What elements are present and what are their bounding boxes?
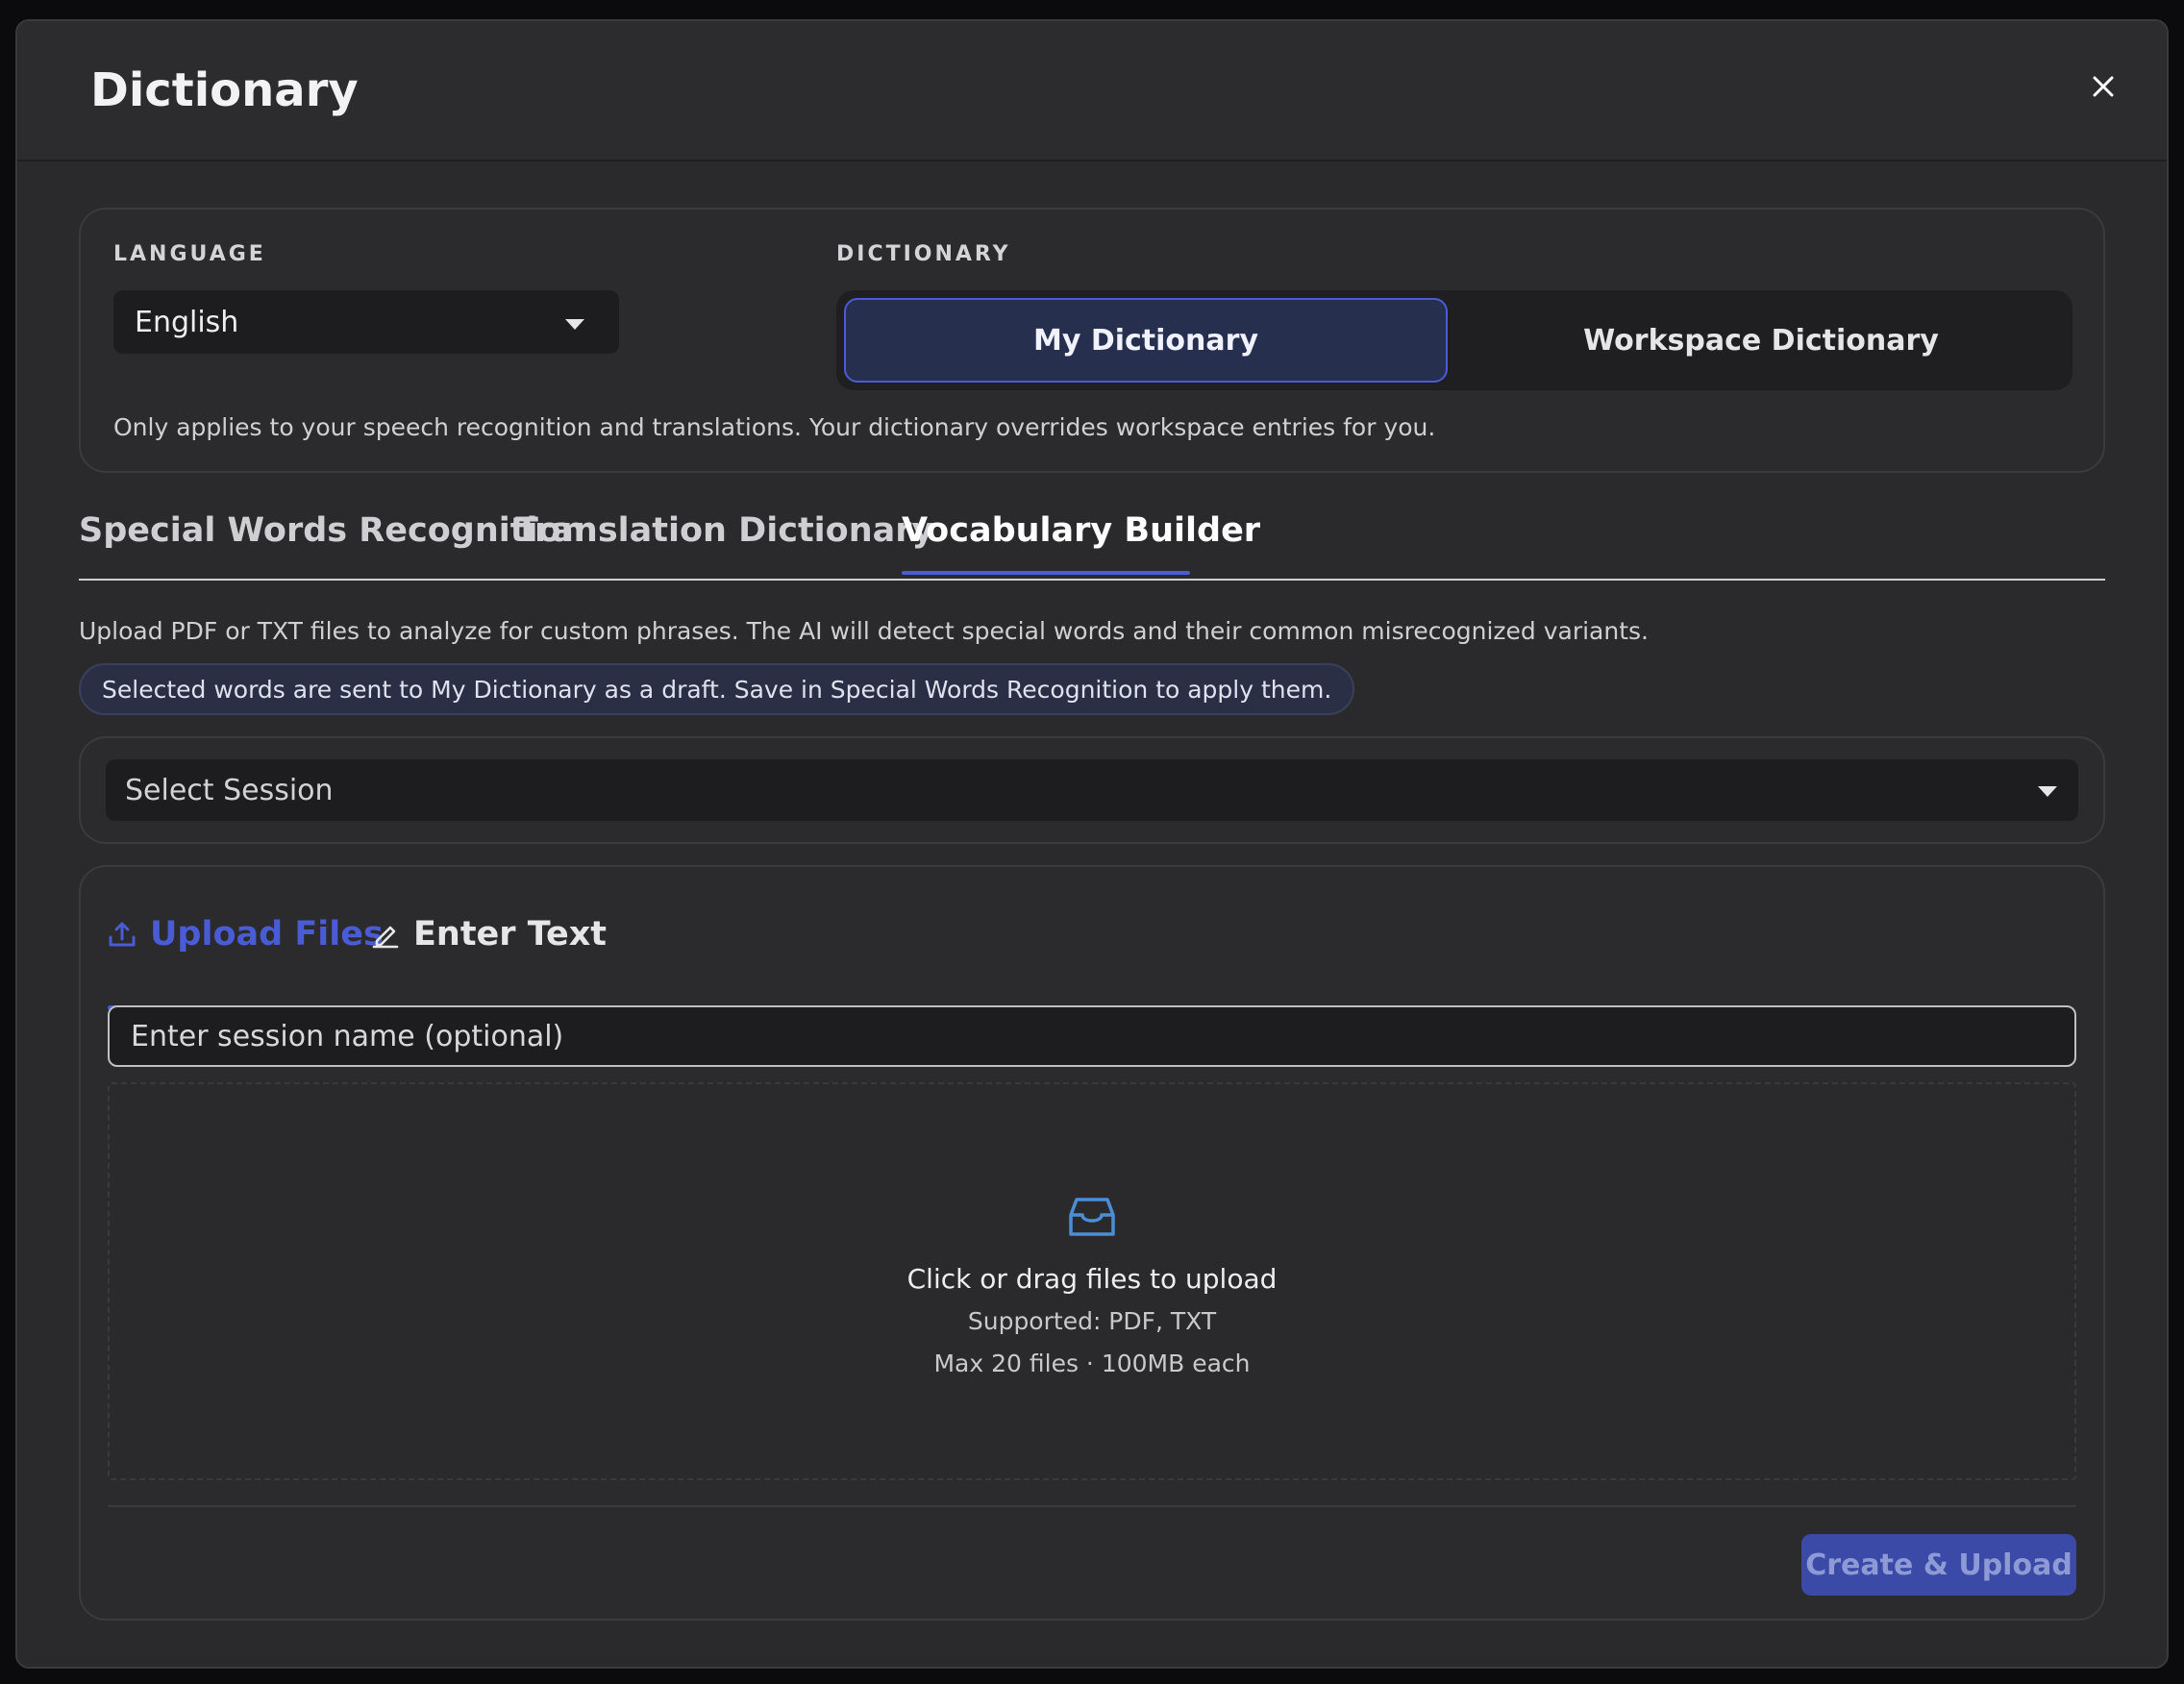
modal-title: Dictionary [90,63,359,117]
dropzone-title: Click or drag files to upload [906,1263,1278,1295]
language-label: LANGUAGE [113,242,266,266]
create-upload-button[interactable]: Create & Upload [1801,1534,2076,1596]
upload-card: Upload Files Enter Text Click or dr [79,865,2105,1621]
dropzone-supported: Supported: PDF, TXT [967,1307,1217,1335]
modal-body: LANGUAGE English DICTIONARY My Dictionar… [17,163,2167,1667]
tab-vocabulary-builder[interactable]: Vocabulary Builder [902,511,1260,550]
dictionary-label: DICTIONARY [836,242,1011,266]
vocab-description: Upload PDF or TXT files to analyze for c… [79,617,1649,645]
language-value: English [135,305,239,339]
modal-header: Dictionary [17,21,2167,161]
my-dictionary-button[interactable]: My Dictionary [844,298,1448,383]
tab-upload-files[interactable]: Upload Files [108,915,384,953]
settings-note: Only applies to your speech recognition … [113,413,1436,441]
tab-special-words-recognition[interactable]: Special Words Recognition [79,511,584,550]
chevron-down-icon [565,319,584,330]
draft-info-text: Selected words are sent to My Dictionary… [102,675,1332,704]
session-name-input[interactable] [108,1005,2076,1067]
dictionary-segmented-control: My Dictionary Workspace Dictionary [836,290,2072,390]
tab-enter-text[interactable]: Enter Text [371,915,607,953]
tab-translation-dictionary[interactable]: Translation Dictionary [515,511,933,550]
dictionary-modal: Dictionary LANGUAGE English DICTIONARY M… [15,19,2169,1669]
session-select-value: Select Session [125,773,334,807]
tab-enter-text-label: Enter Text [413,915,608,953]
dictionary-tabs: Special Words Recognition Translation Di… [79,504,2105,581]
chevron-down-icon [2038,786,2057,797]
upload-icon [109,922,136,947]
pencil-icon [372,926,399,949]
divider [108,1505,2076,1507]
language-select[interactable]: English [113,290,619,354]
file-dropzone[interactable]: Click or drag files to upload Supported:… [108,1082,2076,1480]
dropzone-limits: Max 20 files · 100MB each [933,1350,1251,1377]
inbox-icon [1069,1198,1115,1236]
settings-card: LANGUAGE English DICTIONARY My Dictionar… [79,208,2105,473]
workspace-dictionary-button[interactable]: Workspace Dictionary [1459,298,2063,383]
tab-upload-files-label: Upload Files [150,915,384,953]
close-button[interactable] [2080,63,2126,110]
draft-info-badge: Selected words are sent to My Dictionary… [79,663,1355,715]
session-card: Select Session [79,736,2105,844]
active-tab-indicator [902,571,1190,575]
session-select[interactable]: Select Session [106,759,2078,821]
close-icon [2093,76,2114,97]
